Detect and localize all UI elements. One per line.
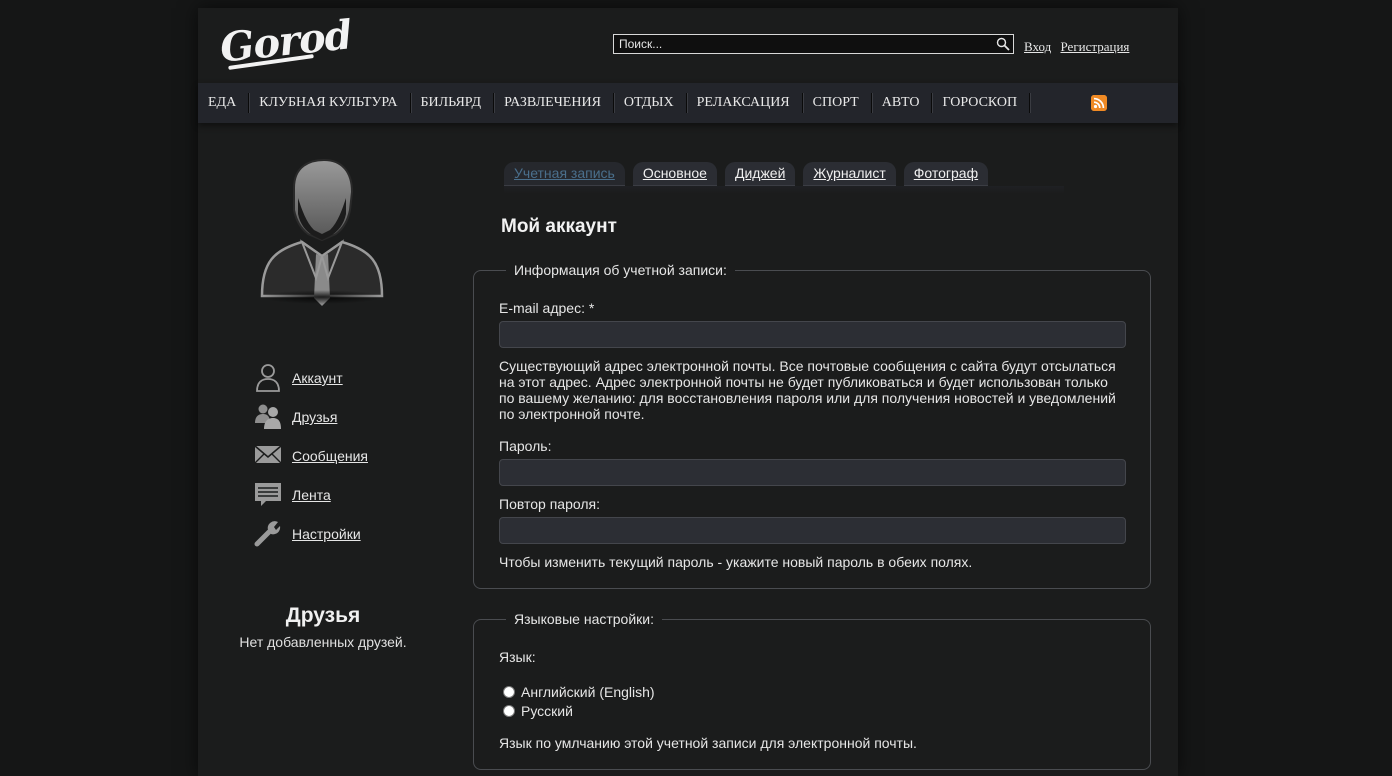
sidebar-item-label[interactable]: Аккаунт — [292, 370, 343, 386]
login-link[interactable]: Вход — [1024, 39, 1051, 54]
user-icon — [256, 364, 280, 392]
language-option-russian[interactable]: Русский — [503, 703, 573, 719]
feed-icon — [255, 483, 281, 506]
site-logo[interactable]: Gorod — [218, 11, 354, 71]
page-title: Мой аккаунт — [501, 216, 617, 237]
nav-item-leisure[interactable]: ОТДЫХ — [614, 93, 687, 113]
tab-main[interactable]: Основное — [632, 162, 717, 186]
search-icon[interactable] — [996, 37, 1010, 51]
rss-icon[interactable] — [1091, 95, 1107, 111]
main-nav: ЕДА КЛУБНАЯ КУЛЬТУРА БИЛЬЯРД РАЗВЛЕЧЕНИЯ… — [198, 83, 1178, 123]
search-input[interactable] — [614, 35, 984, 53]
tab-shelf — [504, 186, 1064, 194]
nav-item-relaxation[interactable]: РЕЛАКСАЦИЯ — [687, 93, 803, 113]
language-label: Язык: — [499, 649, 536, 665]
email-label: E-mail адрес: * — [499, 300, 595, 316]
tab-photographer[interactable]: Фотограф — [903, 162, 989, 186]
nav-item-club-culture[interactable]: КЛУБНАЯ КУЛЬТУРА — [249, 93, 411, 113]
password-field[interactable] — [499, 459, 1126, 486]
sidebar-item-label[interactable]: Друзья — [292, 409, 337, 425]
profile-tabs: Учетная запись Основное Диджей Журналист… — [504, 162, 996, 186]
nav-item-horoscope[interactable]: ГОРОСКОП — [932, 93, 1031, 113]
language-option-english[interactable]: Английский (English) — [503, 684, 655, 700]
language-option-label: Английский (English) — [521, 684, 655, 700]
language-radio-russian[interactable] — [503, 705, 515, 717]
nav-item-billiards[interactable]: БИЛЬЯРД — [411, 93, 495, 113]
password-label: Пароль: — [499, 438, 552, 454]
sidebar-item-label[interactable]: Сообщения — [292, 448, 368, 464]
nav-item-sport[interactable]: СПОРТ — [803, 93, 872, 113]
header-links: Вход Регистрация — [1024, 39, 1135, 55]
password-hint: Чтобы изменить текущий пароль - укажите … — [499, 554, 973, 570]
tab-dj[interactable]: Диджей — [724, 162, 796, 186]
language-option-label: Русский — [521, 703, 573, 719]
tab-journalist[interactable]: Журналист — [803, 162, 896, 186]
password-confirm-field[interactable] — [499, 517, 1126, 544]
page-container: Gorod Вход Регистрация ЕДА КЛУБНАЯ КУЛЬТ… — [198, 8, 1178, 776]
register-link[interactable]: Регистрация — [1061, 39, 1130, 54]
nav-item-food[interactable]: ЕДА — [198, 93, 250, 113]
language-description: Язык по умлчанию этой учетной записи для… — [499, 735, 917, 751]
email-description: Существующий адрес электронной почты. Вс… — [499, 358, 1116, 422]
avatar-placeholder-icon — [260, 158, 384, 306]
language-radio-english[interactable] — [503, 686, 515, 698]
sidebar-item-label[interactable]: Лента — [292, 487, 331, 503]
search-box — [613, 34, 1014, 54]
envelope-icon — [254, 445, 282, 464]
sidebar-item-label[interactable]: Настройки — [292, 526, 361, 542]
nav-item-entertainment[interactable]: РАЗВЛЕЧЕНИЯ — [494, 93, 614, 113]
language-legend: Языковые настройки: — [514, 611, 654, 627]
friends-empty-text: Нет добавленных друзей. — [239, 634, 407, 650]
password-confirm-label: Повтор пароля: — [499, 496, 600, 512]
account-info-legend: Информация об учетной записи: — [514, 262, 727, 278]
nav-item-auto[interactable]: АВТО — [872, 93, 933, 113]
tab-account[interactable]: Учетная запись — [504, 162, 625, 186]
friends-icon — [255, 404, 281, 429]
friends-heading: Друзья — [285, 604, 361, 627]
avatar-shadow — [260, 290, 384, 304]
wrench-icon — [254, 521, 281, 547]
email-field[interactable] — [499, 321, 1126, 348]
